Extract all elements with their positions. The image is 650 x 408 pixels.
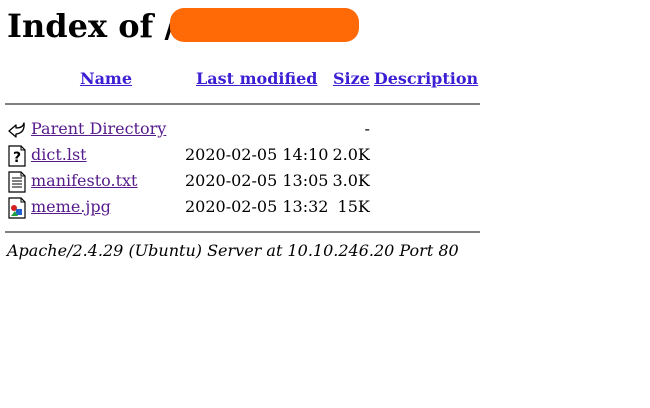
divider [5, 103, 481, 105]
icon-column-header [5, 66, 29, 92]
parent-directory-link[interactable]: Parent Directory [31, 119, 166, 138]
last-modified-cell: 2020-02-05 13:05 [185, 171, 329, 190]
file-link-manifesto-txt[interactable]: manifesto.txt [31, 171, 137, 190]
name-cell: Parent Directory [29, 116, 183, 142]
last-modified-cell: 2020-02-05 13:32 [185, 197, 329, 216]
table-row: ? dict.lst 2020-02-05 14:10 2.0K [5, 142, 480, 168]
description-cell [372, 194, 480, 220]
redaction-mark [170, 8, 359, 42]
size-cell: 2.0K [332, 145, 370, 164]
file-link-dict-lst[interactable]: dict.lst [31, 145, 87, 164]
name-cell: meme.jpg [29, 194, 183, 220]
row-icon-cell: ? [5, 142, 29, 168]
sort-by-last-modified-link[interactable]: Last modified [196, 69, 317, 88]
name-column-header[interactable]: Name [29, 66, 183, 92]
divider [5, 231, 481, 233]
table-row: meme.jpg 2020-02-05 13:32 15K [5, 194, 480, 220]
description-cell [372, 168, 480, 194]
size-cell: 15K [337, 197, 370, 216]
unknown-file-icon[interactable]: ? [7, 144, 27, 167]
description-cell [372, 142, 480, 168]
sort-by-name-link[interactable]: Name [80, 69, 132, 88]
back-arrow-icon[interactable] [7, 119, 27, 141]
table-row: Parent Directory - [5, 116, 480, 142]
sort-by-size-link[interactable]: Size [333, 69, 370, 88]
size-cell: - [364, 119, 370, 138]
svg-text:?: ? [13, 150, 21, 166]
size-cell: 3.0K [332, 171, 370, 190]
server-signature: Apache/2.4.29 (Ubuntu) Server at 10.10.2… [7, 241, 459, 260]
size-column-header[interactable]: Size [330, 66, 371, 92]
last-modified-cell: 2020-02-05 14:10 [185, 145, 329, 164]
text-file-icon[interactable] [7, 170, 27, 193]
row-icon-cell [5, 116, 29, 142]
name-cell: dict.lst [29, 142, 183, 168]
last-modified-cell [183, 116, 330, 142]
file-listing-table: Name Last modified Size Description Pare… [5, 66, 481, 244]
table-header-row: Name Last modified Size Description [5, 66, 480, 92]
row-icon-cell [5, 194, 29, 220]
image-file-icon[interactable] [7, 196, 27, 219]
sort-by-description-link[interactable]: Description [374, 69, 478, 88]
table-row: manifesto.txt 2020-02-05 13:05 3.0K [5, 168, 480, 194]
description-cell [372, 116, 480, 142]
file-link-meme-jpg[interactable]: meme.jpg [31, 197, 111, 216]
page-title-text: Index of / [7, 7, 177, 45]
last-modified-column-header[interactable]: Last modified [183, 66, 330, 92]
separator-row [5, 92, 481, 116]
name-cell: manifesto.txt [29, 168, 183, 194]
description-column-header[interactable]: Description [372, 66, 480, 92]
row-icon-cell [5, 168, 29, 194]
page-title: Index of / [7, 4, 176, 48]
